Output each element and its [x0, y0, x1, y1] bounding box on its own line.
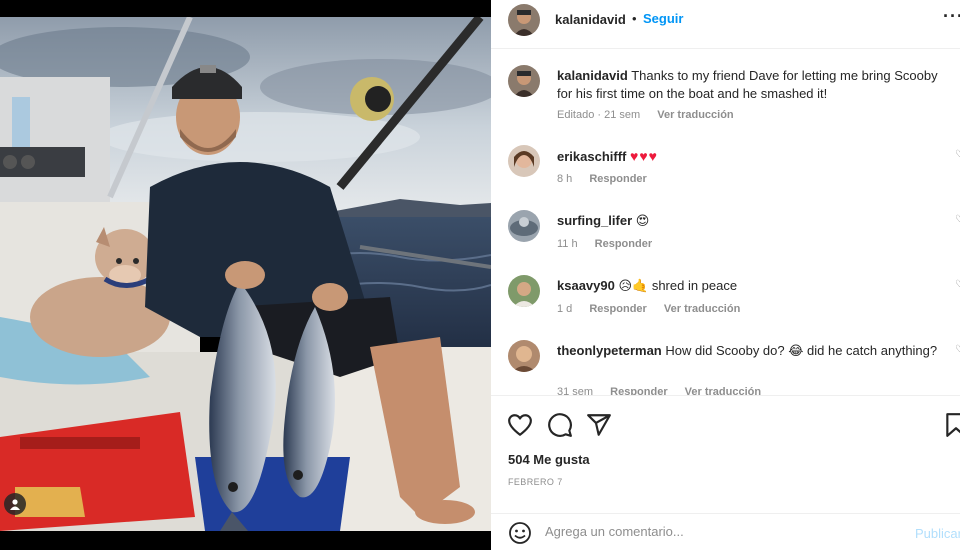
comment-username[interactable]: ksaavy90	[557, 278, 615, 293]
heart-eyes-emoji: 😍	[635, 213, 650, 228]
more-options-button[interactable]: ···	[943, 6, 960, 27]
reply-button[interactable]: Responder	[589, 303, 646, 315]
comment-time: 31 sem	[557, 386, 594, 395]
caption-username[interactable]: kalanidavid	[557, 68, 628, 83]
reply-button[interactable]: Responder	[589, 173, 646, 185]
caption-avatar[interactable]	[508, 65, 540, 97]
publish-button[interactable]: Publicar	[915, 526, 960, 541]
post-photo[interactable]	[0, 0, 491, 550]
header-separator: •	[632, 11, 637, 26]
comment-icon[interactable]	[547, 412, 573, 438]
comment-body: surfing_lifer 😍	[557, 212, 947, 230]
like-count[interactable]: 504 Me gusta	[508, 452, 590, 467]
comment-meta: 31 sem Responder Ver traducción	[557, 386, 775, 395]
comment-avatar[interactable]	[508, 145, 540, 177]
comment-username[interactable]: surfing_lifer	[557, 213, 632, 228]
comment-time: 1 d	[557, 303, 573, 315]
translate-button[interactable]: Ver traducción	[664, 303, 740, 315]
comment-avatar[interactable]	[508, 275, 540, 307]
post-detail-panel: kalanidavid • Seguir ··· kalanidavid Tha…	[491, 0, 960, 550]
post-date: FEBRERO 7	[508, 477, 563, 487]
caption-translate[interactable]: Ver traducción	[657, 109, 733, 121]
add-comment-bar: Publicar	[491, 513, 960, 550]
bookmark-icon[interactable]	[943, 412, 960, 438]
caption-meta: Editado · 21 sem Ver traducción	[557, 109, 748, 121]
tagged-users-button[interactable]	[4, 493, 26, 515]
reply-button[interactable]: Responder	[610, 386, 667, 395]
comment-avatar[interactable]	[508, 340, 540, 372]
comment-like-icon[interactable]: ♡	[955, 344, 960, 355]
photo-letterbox-bottom	[0, 531, 491, 550]
reply-button[interactable]: Responder	[595, 238, 652, 250]
comment-username[interactable]: erikaschifff	[557, 149, 626, 164]
comment-time: 8 h	[557, 173, 573, 185]
user-tag-icon	[10, 499, 20, 510]
translate-button[interactable]: Ver traducción	[685, 386, 761, 395]
fishing-photo	[0, 17, 491, 531]
share-icon[interactable]	[586, 412, 612, 438]
comments-list[interactable]: kalanidavid Thanks to my friend Dave for…	[491, 50, 960, 395]
comment-like-icon[interactable]: ♡	[955, 214, 960, 225]
comment-body: erikaschifff ♥♥♥	[557, 147, 947, 166]
comment-input[interactable]	[545, 524, 885, 539]
comment-text: 😥🤙 shred in peace	[618, 278, 738, 293]
comment-avatar[interactable]	[508, 210, 540, 242]
caption-edited: Editado · 21 sem	[557, 109, 641, 121]
author-avatar[interactable]	[508, 4, 540, 36]
comment-text: How did Scooby do? 😂 did he catch anythi…	[665, 343, 938, 358]
emoji-icon[interactable]	[508, 521, 532, 545]
comment-body: theonlypeterman How did Scooby do? 😂 did…	[557, 342, 947, 360]
author-username[interactable]: kalanidavid	[555, 12, 626, 27]
heart-icon[interactable]	[507, 412, 533, 438]
post-header: kalanidavid • Seguir ···	[491, 0, 960, 49]
follow-button[interactable]: Seguir	[643, 11, 683, 26]
comment-meta: 8 h Responder	[557, 173, 661, 185]
comment-like-icon[interactable]: ♡	[955, 149, 960, 160]
comment-meta: 1 d Responder Ver traducción	[557, 303, 754, 315]
heart-emoji: ♥♥♥	[630, 148, 658, 164]
comment-time: 11 h	[557, 238, 578, 250]
post-actions: 504 Me gusta FEBRERO 7 Publicar	[491, 395, 960, 550]
comment-body: ksaavy90 😥🤙 shred in peace	[557, 277, 947, 295]
comment-like-icon[interactable]: ♡	[955, 279, 960, 290]
comment-meta: 11 h Responder	[557, 238, 666, 250]
photo-letterbox-top	[0, 0, 491, 17]
comment-username[interactable]: theonlypeterman	[557, 343, 662, 358]
caption-body: kalanidavid Thanks to my friend Dave for…	[557, 67, 947, 103]
